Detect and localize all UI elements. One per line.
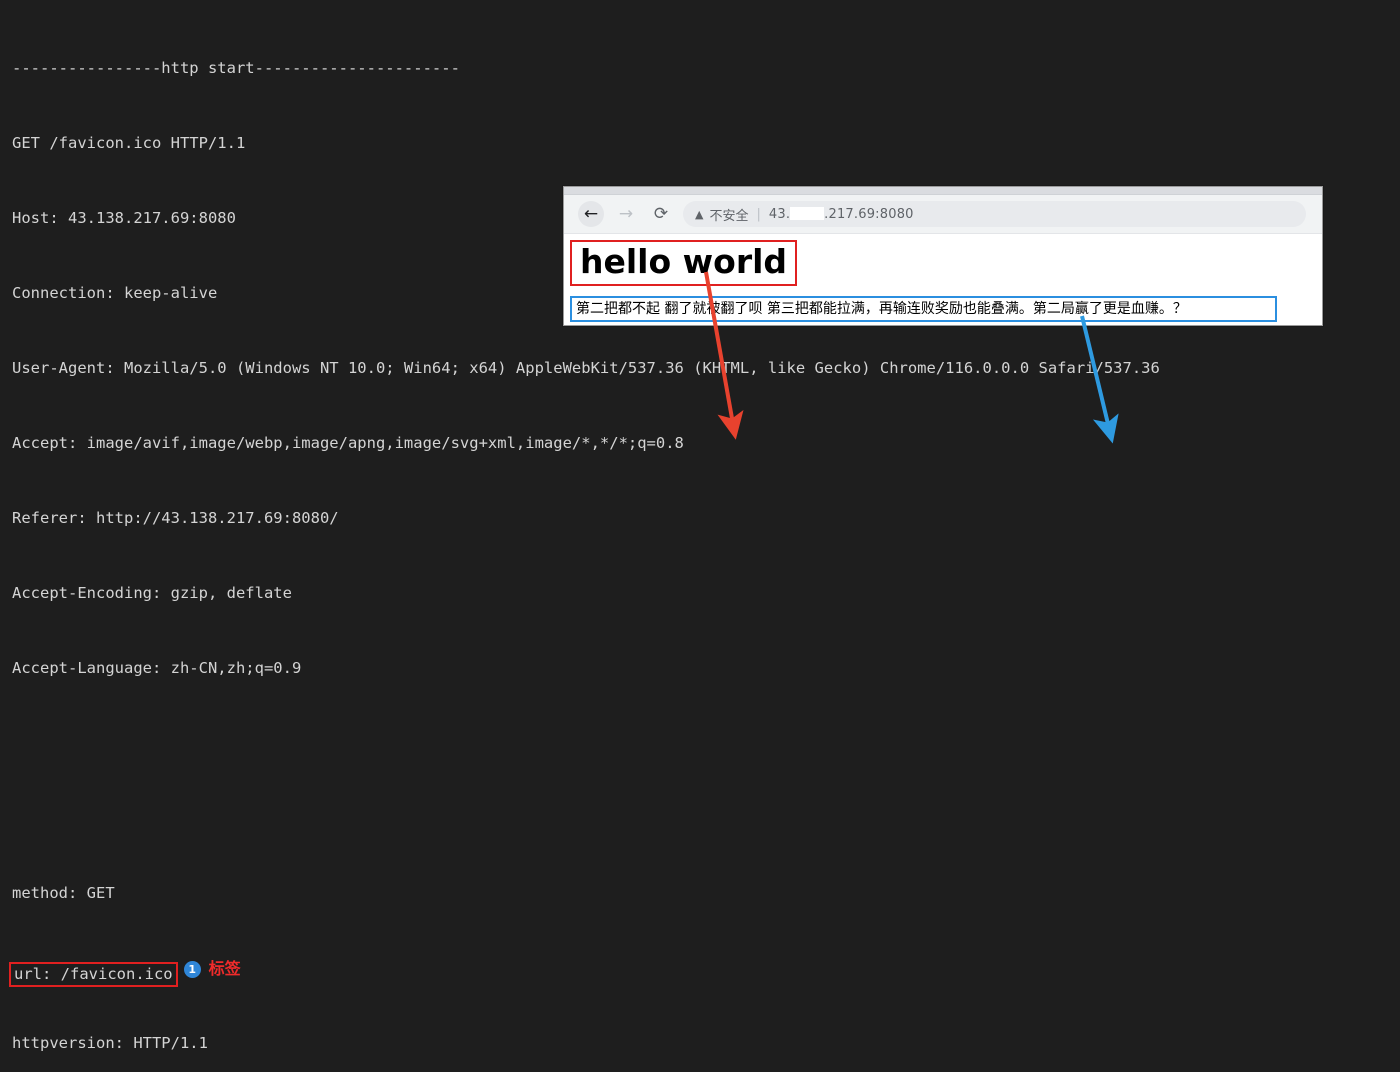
redaction-box	[790, 206, 825, 220]
url-prefix: 43.	[768, 206, 791, 222]
console-line: GET /favicon.ico HTTP/1.1	[12, 134, 246, 152]
heading-highlight-box: hello world	[570, 240, 798, 286]
annotation-label-tag: 标签	[208, 959, 241, 978]
console-line-url: url: /favicon.ico 1 标签	[9, 956, 1400, 987]
browser-window[interactable]: ← → ⟳ ▲ 不安全 | 43. .217.69:8080 hello worl…	[563, 186, 1323, 326]
page-heading: hello world	[580, 242, 788, 281]
console-line: Referer: http://43.138.217.69:8080/	[12, 509, 339, 527]
omnibox-separator: |	[756, 206, 761, 222]
console-line: Accept: image/avif,image/webp,image/apng…	[12, 434, 684, 452]
browser-tab-strip	[564, 187, 1322, 195]
console-line: ----------------http start--------------…	[12, 59, 460, 77]
warning-triangle-icon: ▲	[695, 207, 704, 221]
console-line: User-Agent: Mozilla/5.0 (Windows NT 10.0…	[12, 359, 1160, 377]
browser-page-content: hello world 第二把都不起 翻了就被翻了呗 第三把都能拉满，再输连败奖…	[564, 234, 1322, 325]
paragraph-highlight-box: 第二把都不起 翻了就被翻了呗 第三把都能拉满，再输连败奖励也能叠满。第二局赢了更…	[570, 296, 1277, 322]
back-arrow-icon[interactable]: ←	[578, 201, 604, 227]
url-text: 43. .217.69:8080	[768, 206, 914, 222]
url-highlight-box: url: /favicon.ico	[9, 962, 178, 987]
forward-arrow-icon[interactable]: →	[613, 201, 639, 227]
page-paragraph: 第二把都不起 翻了就被翻了呗 第三把都能拉满，再输连败奖励也能叠满。第二局赢了更…	[576, 301, 1187, 317]
url-suffix: .217.69:8080	[824, 206, 914, 222]
annotation-badge-1: 1	[183, 961, 201, 978]
reload-icon[interactable]: ⟳	[648, 201, 674, 227]
console-line: Accept-Language: zh-CN,zh;q=0.9	[12, 659, 302, 677]
browser-toolbar[interactable]: ← → ⟳ ▲ 不安全 | 43. .217.69:8080	[564, 195, 1322, 234]
address-bar[interactable]: ▲ 不安全 | 43. .217.69:8080	[683, 201, 1306, 227]
console-line: Accept-Encoding: gzip, deflate	[12, 584, 292, 602]
console-line-method: method: GET	[12, 884, 115, 902]
console-line-httpversion: httpversion: HTTP/1.1	[12, 1034, 208, 1052]
insecure-label: 不安全	[709, 208, 749, 224]
